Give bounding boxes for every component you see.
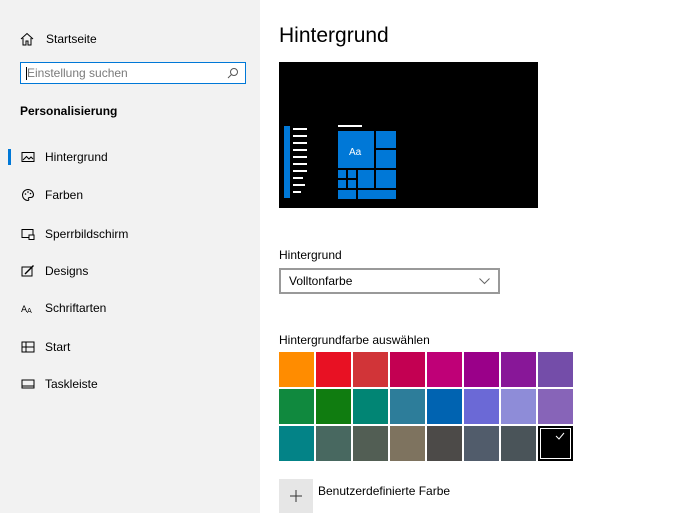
color-swatch[interactable] bbox=[501, 426, 536, 461]
main-content: Hintergrund Aa Hintergrund Volltonfarbe … bbox=[260, 0, 678, 513]
color-swatch[interactable] bbox=[427, 389, 462, 424]
palette-icon bbox=[21, 188, 35, 202]
color-swatch[interactable] bbox=[427, 352, 462, 387]
color-swatch[interactable] bbox=[538, 426, 573, 461]
preview-tile bbox=[376, 150, 396, 168]
background-preview: Aa bbox=[279, 62, 538, 208]
sidebar-item-schriftarten[interactable]: AA Schriftarten bbox=[0, 296, 260, 320]
preview-tile bbox=[338, 170, 346, 178]
custom-color-label[interactable]: Benutzerdefinierte Farbe bbox=[318, 484, 450, 498]
color-swatch[interactable] bbox=[427, 426, 462, 461]
lock-screen-icon bbox=[21, 227, 35, 241]
brush-icon bbox=[21, 264, 35, 278]
sidebar-item-label: Taskleiste bbox=[45, 377, 98, 391]
color-swatch[interactable] bbox=[464, 426, 499, 461]
preview-tile bbox=[338, 190, 356, 199]
color-swatch[interactable] bbox=[390, 426, 425, 461]
preview-tile bbox=[358, 170, 374, 188]
sidebar-item-label: Schriftarten bbox=[45, 301, 107, 315]
sidebar-item-sperrbildschirm[interactable]: Sperrbildschirm bbox=[0, 222, 260, 246]
preview-line bbox=[293, 135, 307, 137]
color-swatch[interactable] bbox=[501, 352, 536, 387]
background-dropdown-value: Volltonfarbe bbox=[289, 274, 353, 288]
sidebar-item-farben[interactable]: Farben bbox=[0, 183, 260, 207]
sidebar-item-label: Farben bbox=[45, 188, 84, 202]
preview-tile bbox=[338, 180, 346, 188]
preview-tile bbox=[376, 131, 396, 148]
sidebar-item-designs[interactable]: Designs bbox=[0, 259, 260, 283]
search-box[interactable] bbox=[20, 62, 246, 84]
color-swatch[interactable] bbox=[353, 389, 388, 424]
sidebar-item-taskleiste[interactable]: Taskleiste bbox=[0, 372, 260, 396]
color-swatch[interactable] bbox=[390, 352, 425, 387]
preview-line bbox=[293, 177, 303, 179]
sidebar-item-label: Sperrbildschirm bbox=[45, 227, 129, 241]
color-swatch[interactable] bbox=[279, 389, 314, 424]
preview-line bbox=[293, 156, 307, 158]
home-link[interactable]: Startseite bbox=[20, 29, 97, 49]
color-swatch[interactable] bbox=[279, 352, 314, 387]
color-swatch[interactable] bbox=[353, 352, 388, 387]
preview-line bbox=[293, 170, 307, 172]
color-swatch[interactable] bbox=[538, 389, 573, 424]
plus-icon bbox=[290, 490, 302, 502]
preview-line bbox=[293, 142, 307, 144]
color-swatch[interactable] bbox=[464, 389, 499, 424]
preview-line bbox=[293, 149, 307, 151]
sidebar-item-label: Designs bbox=[45, 264, 89, 278]
preview-tile-text: Aa bbox=[349, 147, 362, 158]
checkmark-icon bbox=[555, 432, 565, 440]
preview-line bbox=[293, 191, 301, 193]
color-swatch[interactable] bbox=[279, 426, 314, 461]
preview-start-strip bbox=[284, 126, 290, 198]
color-label: Hintergrundfarbe auswählen bbox=[279, 333, 430, 347]
sidebar-item-start[interactable]: Start bbox=[0, 335, 260, 359]
chevron-down-icon bbox=[479, 278, 490, 285]
search-input[interactable] bbox=[21, 63, 217, 83]
color-swatch[interactable] bbox=[501, 389, 536, 424]
color-swatch[interactable] bbox=[538, 352, 573, 387]
preview-tile bbox=[376, 170, 396, 188]
picture-icon bbox=[21, 150, 35, 164]
preview-tile bbox=[358, 190, 396, 199]
home-icon bbox=[20, 32, 34, 46]
preview-line bbox=[293, 184, 305, 186]
color-swatch[interactable] bbox=[390, 389, 425, 424]
color-swatch[interactable] bbox=[464, 352, 499, 387]
start-icon bbox=[21, 340, 35, 354]
preview-tile bbox=[348, 170, 356, 178]
sidebar-item-label: Hintergrund bbox=[45, 150, 108, 164]
home-label: Startseite bbox=[46, 32, 97, 46]
font-icon: AA bbox=[21, 301, 35, 315]
color-swatch[interactable] bbox=[316, 389, 351, 424]
color-swatch[interactable] bbox=[353, 426, 388, 461]
background-dropdown[interactable]: Volltonfarbe bbox=[279, 268, 500, 294]
preview-line bbox=[293, 128, 307, 130]
text-caret bbox=[26, 67, 27, 80]
color-swatch[interactable] bbox=[316, 352, 351, 387]
preview-line bbox=[293, 163, 307, 165]
preview-group-line bbox=[338, 125, 362, 127]
search-icon[interactable] bbox=[227, 67, 239, 79]
preview-tile bbox=[348, 180, 356, 188]
svg-text:A: A bbox=[27, 307, 32, 315]
custom-color-button[interactable] bbox=[279, 479, 313, 513]
section-title: Personalisierung bbox=[20, 104, 118, 118]
sidebar-item-label: Start bbox=[45, 340, 71, 354]
sidebar: Startseite Personalisierung Hintergrund … bbox=[0, 0, 260, 513]
page-title: Hintergrund bbox=[279, 24, 389, 47]
sidebar-item-hintergrund[interactable]: Hintergrund bbox=[0, 145, 260, 169]
color-swatch[interactable] bbox=[316, 426, 351, 461]
taskbar-icon bbox=[21, 377, 35, 391]
background-label: Hintergrund bbox=[279, 248, 342, 262]
